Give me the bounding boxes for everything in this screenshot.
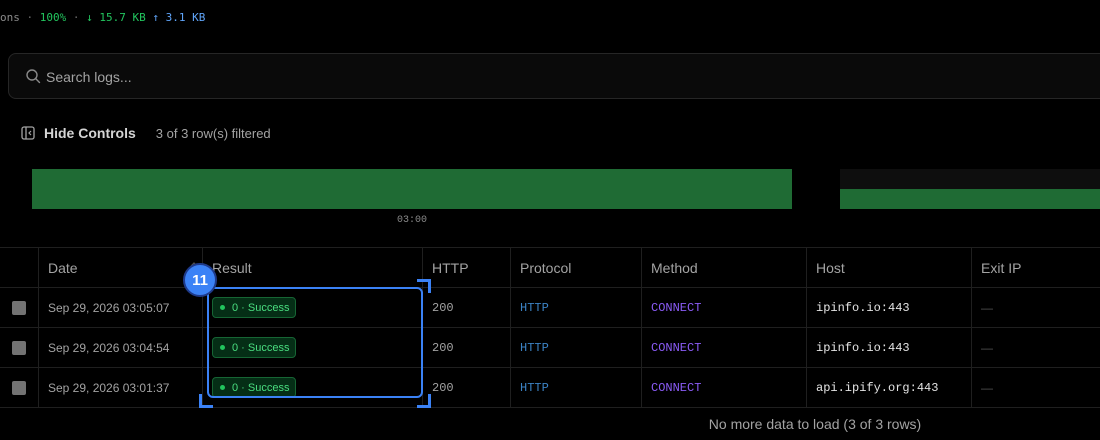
search-icon xyxy=(26,69,41,84)
row-select-cell xyxy=(0,288,39,327)
timeline-bar[interactable] xyxy=(32,169,792,209)
hide-controls-button[interactable]: Hide Controls xyxy=(21,125,136,141)
stats-upload: ↑ 3.1 KB xyxy=(152,11,206,24)
exit-ip-value: — xyxy=(981,380,993,395)
method-cell: CONNECT xyxy=(642,328,807,367)
table-header: Date Result HTTP Protocol Method Host Ex… xyxy=(0,248,1100,288)
column-header-http[interactable]: HTTP xyxy=(423,248,511,287)
host-cell: ipinfo.io:443 xyxy=(807,328,972,367)
table-row[interactable]: Sep 29, 2026 03:04:54 0 · Success 200 HT… xyxy=(0,328,1100,368)
column-header-host[interactable]: Host xyxy=(807,248,972,287)
annotation-marker: 11 xyxy=(183,263,217,297)
host-cell: ipinfo.io:443 xyxy=(807,288,972,327)
result-cell: 0 · Success xyxy=(203,368,423,407)
row-select-cell xyxy=(0,328,39,367)
stats-percent: 100% xyxy=(39,11,67,24)
protocol-cell: HTTP xyxy=(511,288,642,327)
date-value: Sep 29, 2026 03:04:54 xyxy=(48,340,170,355)
search-bar[interactable] xyxy=(8,53,1100,99)
stats-download: ↓ 15.7 KB xyxy=(86,11,146,24)
status-badge: 0 · Success xyxy=(212,337,297,358)
hide-controls-label: Hide Controls xyxy=(44,125,136,141)
method-cell: CONNECT xyxy=(642,368,807,407)
method-cell: CONNECT xyxy=(642,288,807,327)
timeline-tick-label: 03:00 xyxy=(396,215,427,226)
status-text: 0 · Success xyxy=(232,301,290,314)
load-status: No more data to load (3 of 3 rows) xyxy=(708,416,922,432)
method-value: CONNECT xyxy=(651,300,702,315)
method-value: CONNECT xyxy=(651,340,702,355)
panel-left-icon xyxy=(21,126,35,140)
date-value: Sep 29, 2026 03:01:37 xyxy=(48,380,170,395)
stats-prefix: ons xyxy=(0,11,20,24)
status-dot xyxy=(220,305,225,310)
host-value: api.ipify.org:443 xyxy=(816,380,939,395)
exit-ip-value: — xyxy=(981,300,993,315)
host-cell: api.ipify.org:443 xyxy=(807,368,972,407)
status-badge: 0 · Success xyxy=(212,377,297,398)
status-dot xyxy=(220,345,225,350)
http-status: 200 xyxy=(432,380,454,395)
protocol-cell: HTTP xyxy=(511,368,642,407)
row-checkbox[interactable] xyxy=(12,340,26,355)
column-header-label: Date xyxy=(48,259,78,276)
stats-separator: · xyxy=(26,11,34,24)
logs-table: Date Result HTTP Protocol Method Host Ex… xyxy=(0,247,1100,408)
column-header-protocol[interactable]: Protocol xyxy=(511,248,642,287)
table-row[interactable]: Sep 29, 2026 03:01:37 0 · Success 200 HT… xyxy=(0,368,1100,408)
protocol-value: HTTP xyxy=(520,300,549,315)
filtered-count: 3 of 3 row(s) filtered xyxy=(155,125,271,141)
method-value: CONNECT xyxy=(651,380,702,395)
protocol-value: HTTP xyxy=(520,380,549,395)
status-badge: 0 · Success xyxy=(212,297,297,318)
row-checkbox[interactable] xyxy=(12,380,26,395)
column-header-label: Protocol xyxy=(520,259,572,276)
http-cell: 200 xyxy=(423,328,511,367)
transfer-stats: ons · 100% · ↓ 15.7 KB ↑ 3.1 KB xyxy=(0,11,205,24)
column-header-date[interactable]: Date xyxy=(39,248,203,287)
protocol-value: HTTP xyxy=(520,340,549,355)
row-checkbox[interactable] xyxy=(12,300,26,315)
search-input[interactable] xyxy=(46,66,646,88)
host-value: ipinfo.io:443 xyxy=(816,300,910,315)
timeline-chart: 03:00 xyxy=(0,160,1100,232)
column-header-label: Method xyxy=(651,259,698,276)
result-cell: 0 · Success xyxy=(203,288,423,327)
http-status: 200 xyxy=(432,300,454,315)
timeline-bar[interactable] xyxy=(840,189,1100,209)
exit-ip-cell: — xyxy=(972,368,1100,407)
http-status: 200 xyxy=(432,340,454,355)
exit-ip-cell: — xyxy=(972,328,1100,367)
result-cell: 0 · Success xyxy=(203,328,423,367)
table-row[interactable]: Sep 29, 2026 03:05:07 0 · Success 200 HT… xyxy=(0,288,1100,328)
select-column-header xyxy=(0,248,39,287)
column-header-method[interactable]: Method xyxy=(642,248,807,287)
host-value: ipinfo.io:443 xyxy=(816,340,910,355)
exit-ip-cell: — xyxy=(972,288,1100,327)
status-text: 0 · Success xyxy=(232,341,290,354)
date-cell: Sep 29, 2026 03:04:54 xyxy=(39,328,203,367)
http-cell: 200 xyxy=(423,368,511,407)
column-header-label: Host xyxy=(816,259,845,276)
row-select-cell xyxy=(0,368,39,407)
protocol-cell: HTTP xyxy=(511,328,642,367)
column-header-label: Result xyxy=(212,259,252,276)
date-value: Sep 29, 2026 03:05:07 xyxy=(48,300,170,315)
controls-row: Hide Controls 3 of 3 row(s) filtered xyxy=(21,124,271,142)
status-text: 0 · Success xyxy=(232,381,290,394)
http-cell: 200 xyxy=(423,288,511,327)
date-cell: Sep 29, 2026 03:01:37 xyxy=(39,368,203,407)
date-cell: Sep 29, 2026 03:05:07 xyxy=(39,288,203,327)
column-header-label: Exit IP xyxy=(981,259,1022,276)
column-header-exit-ip[interactable]: Exit IP xyxy=(972,248,1100,287)
column-header-result[interactable]: Result xyxy=(203,248,423,287)
exit-ip-value: — xyxy=(981,340,993,355)
stats-separator: · xyxy=(72,11,80,24)
column-header-label: HTTP xyxy=(432,259,469,276)
status-dot xyxy=(220,385,225,390)
